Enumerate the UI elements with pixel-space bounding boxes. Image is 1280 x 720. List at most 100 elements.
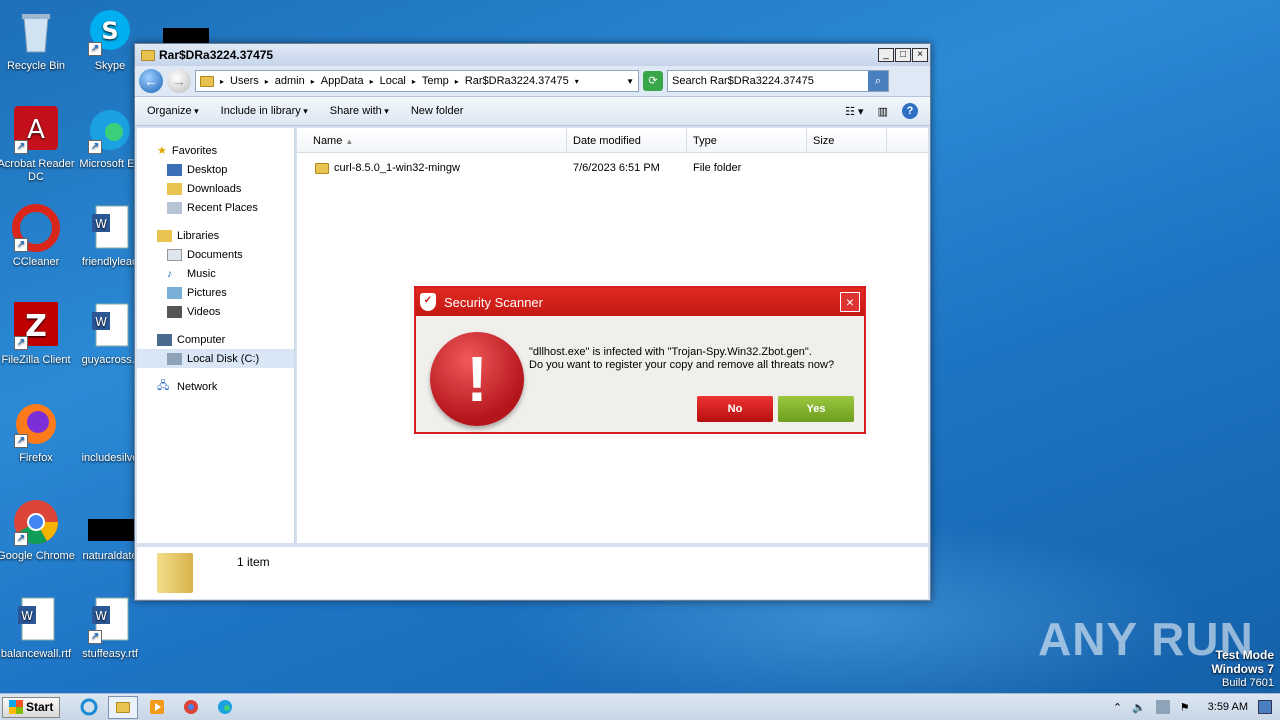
command-bar: Organize Include in library Share with N…: [135, 96, 930, 126]
desktop-icon-filezilla[interactable]: Z ↗ FileZilla Client: [0, 302, 76, 367]
share-with-button[interactable]: Share with: [330, 105, 389, 117]
breadcrumb-users[interactable]: Users: [230, 75, 259, 87]
taskbar-edge-icon[interactable]: [210, 696, 240, 719]
nav-label: Computer: [177, 333, 226, 346]
desktop-icon-label: Recycle Bin: [6, 60, 66, 72]
help-icon[interactable]: ?: [902, 103, 918, 119]
window-titlebar[interactable]: Rar$DRa3224.37475 _ □ ×: [135, 44, 930, 66]
breadcrumb-appdata[interactable]: AppData: [321, 75, 364, 87]
dialog-close-button[interactable]: ×: [840, 292, 860, 312]
desktop-icon-stuffeasy[interactable]: W ↗ stuffeasy.rtf: [70, 596, 150, 661]
file-icon: [86, 400, 134, 448]
breadcrumb[interactable]: ▸ Users ▸ admin ▸ AppData ▸ Local ▸ Temp ▸ Ra…: [195, 70, 639, 92]
taskbar-media-player-icon[interactable]: [142, 696, 172, 719]
shield-icon: ✓: [420, 293, 436, 311]
column-date-modified[interactable]: Date modified: [567, 128, 687, 152]
nav-network[interactable]: 🖧 Network: [137, 377, 294, 396]
word-doc-icon: W: [86, 302, 134, 350]
dialog-title: Security Scanner: [444, 294, 543, 310]
taskbar-ie-icon[interactable]: [74, 696, 104, 719]
tray-expand-icon[interactable]: ⌃: [1113, 701, 1122, 714]
back-button[interactable]: ←: [139, 69, 163, 93]
taskbar-explorer-icon[interactable]: [108, 695, 139, 719]
nav-videos[interactable]: Videos: [137, 302, 294, 321]
network-tray-icon[interactable]: [1155, 700, 1170, 714]
refresh-button[interactable]: ⟳: [643, 71, 663, 91]
view-options-icon[interactable]: ☷ ▾: [845, 105, 863, 118]
breadcrumb-admin[interactable]: admin: [275, 75, 305, 87]
search-icon[interactable]: ⌕: [868, 71, 888, 91]
taskbar-chrome-icon[interactable]: [176, 696, 206, 719]
desktop-icon-balancewall[interactable]: W balancewall.rtf: [0, 596, 76, 661]
table-row[interactable]: curl-8.5.0_1-win32-mingw 7/6/2023 6:51 P…: [297, 157, 928, 179]
no-button[interactable]: No: [697, 396, 773, 422]
breadcrumb-temp[interactable]: Temp: [422, 75, 449, 87]
nav-computer[interactable]: Computer: [137, 330, 294, 349]
search-input[interactable]: Search Rar$DRa3224.37475 ⌕: [667, 70, 889, 92]
yes-button[interactable]: Yes: [778, 396, 854, 422]
nav-label: Pictures: [187, 286, 227, 299]
organize-button[interactable]: Organize: [147, 105, 199, 117]
security-scanner-dialog[interactable]: ✓ Security Scanner × ! "dllhost.exe" is …: [414, 286, 866, 434]
breadcrumb-local[interactable]: Local: [380, 75, 406, 87]
nav-label: Documents: [187, 248, 243, 261]
warning-exclamation-icon: !: [430, 332, 524, 426]
search-placeholder: Search Rar$DRa3224.37475: [672, 75, 814, 87]
star-icon: ★: [157, 145, 167, 157]
nav-libraries[interactable]: Libraries: [137, 226, 294, 245]
chevron-right-icon: ▸: [411, 76, 416, 86]
nav-pictures[interactable]: Pictures: [137, 283, 294, 302]
word-doc-icon: W: [86, 204, 134, 252]
desktop-icon-acrobat[interactable]: A ↗ Acrobat Reader DC: [0, 106, 76, 184]
chevron-right-icon: ▸: [264, 76, 269, 86]
chrome-icon: ↗: [12, 498, 60, 546]
volume-icon[interactable]: 🔈: [1132, 701, 1146, 714]
preview-pane-icon[interactable]: ▥: [878, 105, 888, 118]
file-date: 7/6/2023 6:51 PM: [573, 162, 660, 174]
chevron-down-icon[interactable]: ▾: [575, 77, 579, 86]
forward-button[interactable]: →: [167, 69, 191, 93]
chevron-down-icon[interactable]: ▼: [626, 77, 634, 86]
nav-downloads[interactable]: Downloads: [137, 179, 294, 198]
desktop-icon-label: FileZilla Client: [1, 354, 71, 366]
show-desktop-button[interactable]: [1258, 700, 1272, 714]
test-mode-label: Test Mode Windows 7 Build 7601: [1211, 648, 1274, 690]
folder-icon: [200, 75, 214, 87]
new-folder-button[interactable]: New folder: [411, 105, 464, 117]
nav-music[interactable]: ♪ Music: [137, 264, 294, 283]
clock[interactable]: 3:59 AM: [1208, 701, 1248, 713]
nav-documents[interactable]: Documents: [137, 245, 294, 264]
svg-text:W: W: [21, 609, 33, 623]
close-button[interactable]: ×: [912, 48, 928, 62]
desktop-icon-chrome[interactable]: ↗ Google Chrome: [0, 498, 76, 563]
nav-local-disk[interactable]: Local Disk (C:): [137, 349, 294, 368]
music-icon: ♪: [167, 267, 173, 280]
desktop-icon-recycle-bin[interactable]: Recycle Bin: [0, 8, 76, 73]
desktop-icon: [167, 163, 182, 176]
nav-favorites[interactable]: ★ Favorites: [137, 141, 294, 160]
dialog-titlebar[interactable]: ✓ Security Scanner ×: [416, 288, 864, 316]
word-doc-icon: W ↗: [86, 596, 134, 644]
chevron-right-icon: ▸: [454, 76, 459, 86]
desktop-icon-firefox[interactable]: ↗ Firefox: [0, 400, 76, 465]
start-button[interactable]: Start: [2, 696, 61, 718]
column-headers: Name ▲ Date modified Type Size: [297, 128, 928, 153]
nav-desktop[interactable]: Desktop: [137, 160, 294, 179]
documents-icon: [167, 248, 182, 261]
minimize-button[interactable]: _: [878, 48, 894, 62]
column-type[interactable]: Type: [687, 128, 807, 152]
include-in-library-button[interactable]: Include in library: [221, 105, 308, 117]
firefox-icon: ↗: [12, 400, 60, 448]
dialog-message: "dllhost.exe" is infected with "Trojan-S…: [529, 346, 834, 372]
redacted-block: [88, 519, 134, 541]
window-title: Rar$DRa3224.37475: [159, 48, 274, 62]
chevron-right-icon: ▸: [220, 76, 225, 86]
column-size[interactable]: Size: [807, 128, 887, 152]
test-mode-line2: Windows 7: [1211, 662, 1274, 676]
action-center-flag-icon[interactable]: ⚑: [1180, 701, 1190, 714]
nav-recent-places[interactable]: Recent Places: [137, 198, 294, 217]
maximize-button[interactable]: □: [895, 48, 911, 62]
desktop-icon-ccleaner[interactable]: ↗ CCleaner: [0, 204, 76, 269]
breadcrumb-current[interactable]: Rar$DRa3224.37475: [465, 75, 569, 87]
column-name[interactable]: Name ▲: [297, 128, 567, 152]
